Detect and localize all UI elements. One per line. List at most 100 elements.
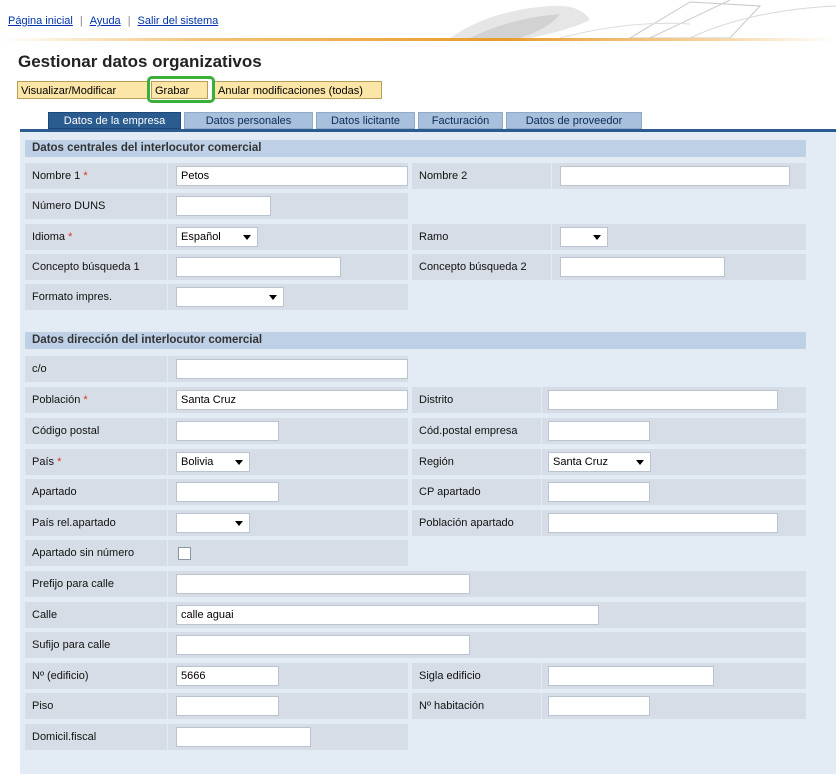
num-edificio-label: Nº (edificio) <box>25 663 167 689</box>
concepto2-cell <box>552 254 806 280</box>
apartado-sin-numero-checkbox[interactable] <box>178 547 191 560</box>
calle-input[interactable]: calle aguai <box>176 605 599 625</box>
cancel-all-button[interactable]: Anular modificaciones (todas) <box>214 81 382 99</box>
top-bar: Página inicial | Ayuda | Salir del sistema <box>0 0 836 41</box>
top-links: Página inicial | Ayuda | Salir del sistema <box>8 15 218 27</box>
ramo-select[interactable] <box>560 227 608 247</box>
habitacion-cell <box>542 693 806 719</box>
duns-label: Número DUNS <box>25 193 167 219</box>
nombre2-label: Nombre 2 <box>412 163 551 189</box>
formato-label: Formato impres. <box>25 284 167 310</box>
cp-empresa-input[interactable] <box>548 421 650 441</box>
region-label: Región <box>412 449 541 475</box>
co-input[interactable] <box>176 359 408 379</box>
chevron-down-icon <box>636 460 644 465</box>
apartado-sin-numero-label: Apartado sin número <box>25 540 167 566</box>
cp-input[interactable] <box>176 421 279 441</box>
formato-select[interactable] <box>176 287 284 307</box>
ramo-cell <box>552 224 806 250</box>
pais-select[interactable]: Bolivia <box>176 452 250 472</box>
distrito-label: Distrito <box>412 387 541 413</box>
formato-cell <box>168 284 408 310</box>
calle-label: Calle <box>25 602 167 628</box>
chevron-down-icon <box>269 295 277 300</box>
piso-cell <box>168 693 408 719</box>
ramo-label: Ramo <box>412 224 551 250</box>
chevron-down-icon <box>235 521 243 526</box>
nombre1-cell: Petos <box>168 163 408 189</box>
tab-company-data[interactable]: Datos de la empresa <box>48 112 181 129</box>
nombre1-input[interactable]: Petos <box>176 166 408 186</box>
tab-supplier-data[interactable]: Datos de proveedor <box>506 112 642 129</box>
poblacion-label: Población * <box>25 387 167 413</box>
sufijo-input[interactable] <box>176 635 470 655</box>
idioma-select[interactable]: Español <box>176 227 258 247</box>
nombre2-cell <box>552 163 806 189</box>
tab-bidder-data[interactable]: Datos licitante <box>316 112 415 129</box>
prefijo-input[interactable] <box>176 574 470 594</box>
habitacion-input[interactable] <box>548 696 650 716</box>
poblacion-input[interactable]: Santa Cruz <box>176 390 408 410</box>
distrito-input[interactable] <box>548 390 778 410</box>
distrito-cell <box>542 387 806 413</box>
concepto2-input[interactable] <box>560 257 725 277</box>
co-label: c/o <box>25 356 167 382</box>
region-cell: Santa Cruz <box>542 449 806 475</box>
num-edificio-input[interactable]: 5666 <box>176 666 279 686</box>
idioma-label: Idioma * <box>25 224 167 250</box>
co-cell <box>168 356 408 382</box>
duns-input[interactable] <box>176 196 271 216</box>
apartado-input[interactable] <box>176 482 279 502</box>
prefijo-cell <box>168 571 806 597</box>
sufijo-cell <box>168 632 806 658</box>
sigla-label: Sigla edificio <box>412 663 541 689</box>
sigla-input[interactable] <box>548 666 714 686</box>
cp-apartado-cell <box>542 479 806 505</box>
concepto1-input[interactable] <box>176 257 341 277</box>
apartado-label: Apartado <box>25 479 167 505</box>
piso-label: Piso <box>25 693 167 719</box>
poblacion-apartado-cell <box>542 510 806 536</box>
section-central-data-header: Datos centrales del interlocutor comerci… <box>25 140 806 157</box>
home-link[interactable]: Página inicial <box>8 15 73 27</box>
poblacion-cell: Santa Cruz <box>168 387 408 413</box>
prefijo-label: Prefijo para calle <box>25 571 167 597</box>
save-button-highlight <box>147 76 215 103</box>
domicil-cell <box>168 724 408 750</box>
chevron-down-icon <box>235 460 243 465</box>
pais-label: País * <box>25 449 167 475</box>
concepto1-cell <box>168 254 408 280</box>
habitacion-label: Nº habitación <box>412 693 541 719</box>
sigla-cell <box>542 663 806 689</box>
view-modify-button[interactable]: Visualizar/Modificar <box>17 81 148 99</box>
idioma-cell: Español <box>168 224 408 250</box>
cp-empresa-label: Cód.postal empresa <box>412 418 541 444</box>
domicil-label: Domicil.fiscal <box>25 724 167 750</box>
apartado-cell <box>168 479 408 505</box>
duns-cell <box>168 193 408 219</box>
pais-rel-select[interactable] <box>176 513 250 533</box>
pais-rel-cell <box>168 510 408 536</box>
nombre2-input[interactable] <box>560 166 790 186</box>
calle-cell: calle aguai <box>168 602 806 628</box>
cp-apartado-input[interactable] <box>548 482 650 502</box>
tab-billing[interactable]: Facturación <box>418 112 503 129</box>
section-address-header: Datos dirección del interlocutor comerci… <box>25 332 806 349</box>
chevron-down-icon <box>243 235 251 240</box>
nombre1-label: Nombre 1 * <box>25 163 167 189</box>
domicil-input[interactable] <box>176 727 311 747</box>
pais-rel-label: País rel.apartado <box>25 510 167 536</box>
cp-apartado-label: CP apartado <box>412 479 541 505</box>
poblacion-apartado-input[interactable] <box>548 513 778 533</box>
page-title: Gestionar datos organizativos <box>18 52 262 71</box>
tab-personal-data[interactable]: Datos personales <box>184 112 313 129</box>
apartado-sin-numero-cell <box>168 540 408 566</box>
logout-link[interactable]: Salir del sistema <box>138 15 219 27</box>
piso-input[interactable] <box>176 696 279 716</box>
chevron-down-icon <box>593 235 601 240</box>
cp-cell <box>168 418 408 444</box>
separator: | <box>79 15 83 27</box>
sufijo-label: Sufijo para calle <box>25 632 167 658</box>
help-link[interactable]: Ayuda <box>90 15 121 27</box>
region-select[interactable]: Santa Cruz <box>548 452 651 472</box>
